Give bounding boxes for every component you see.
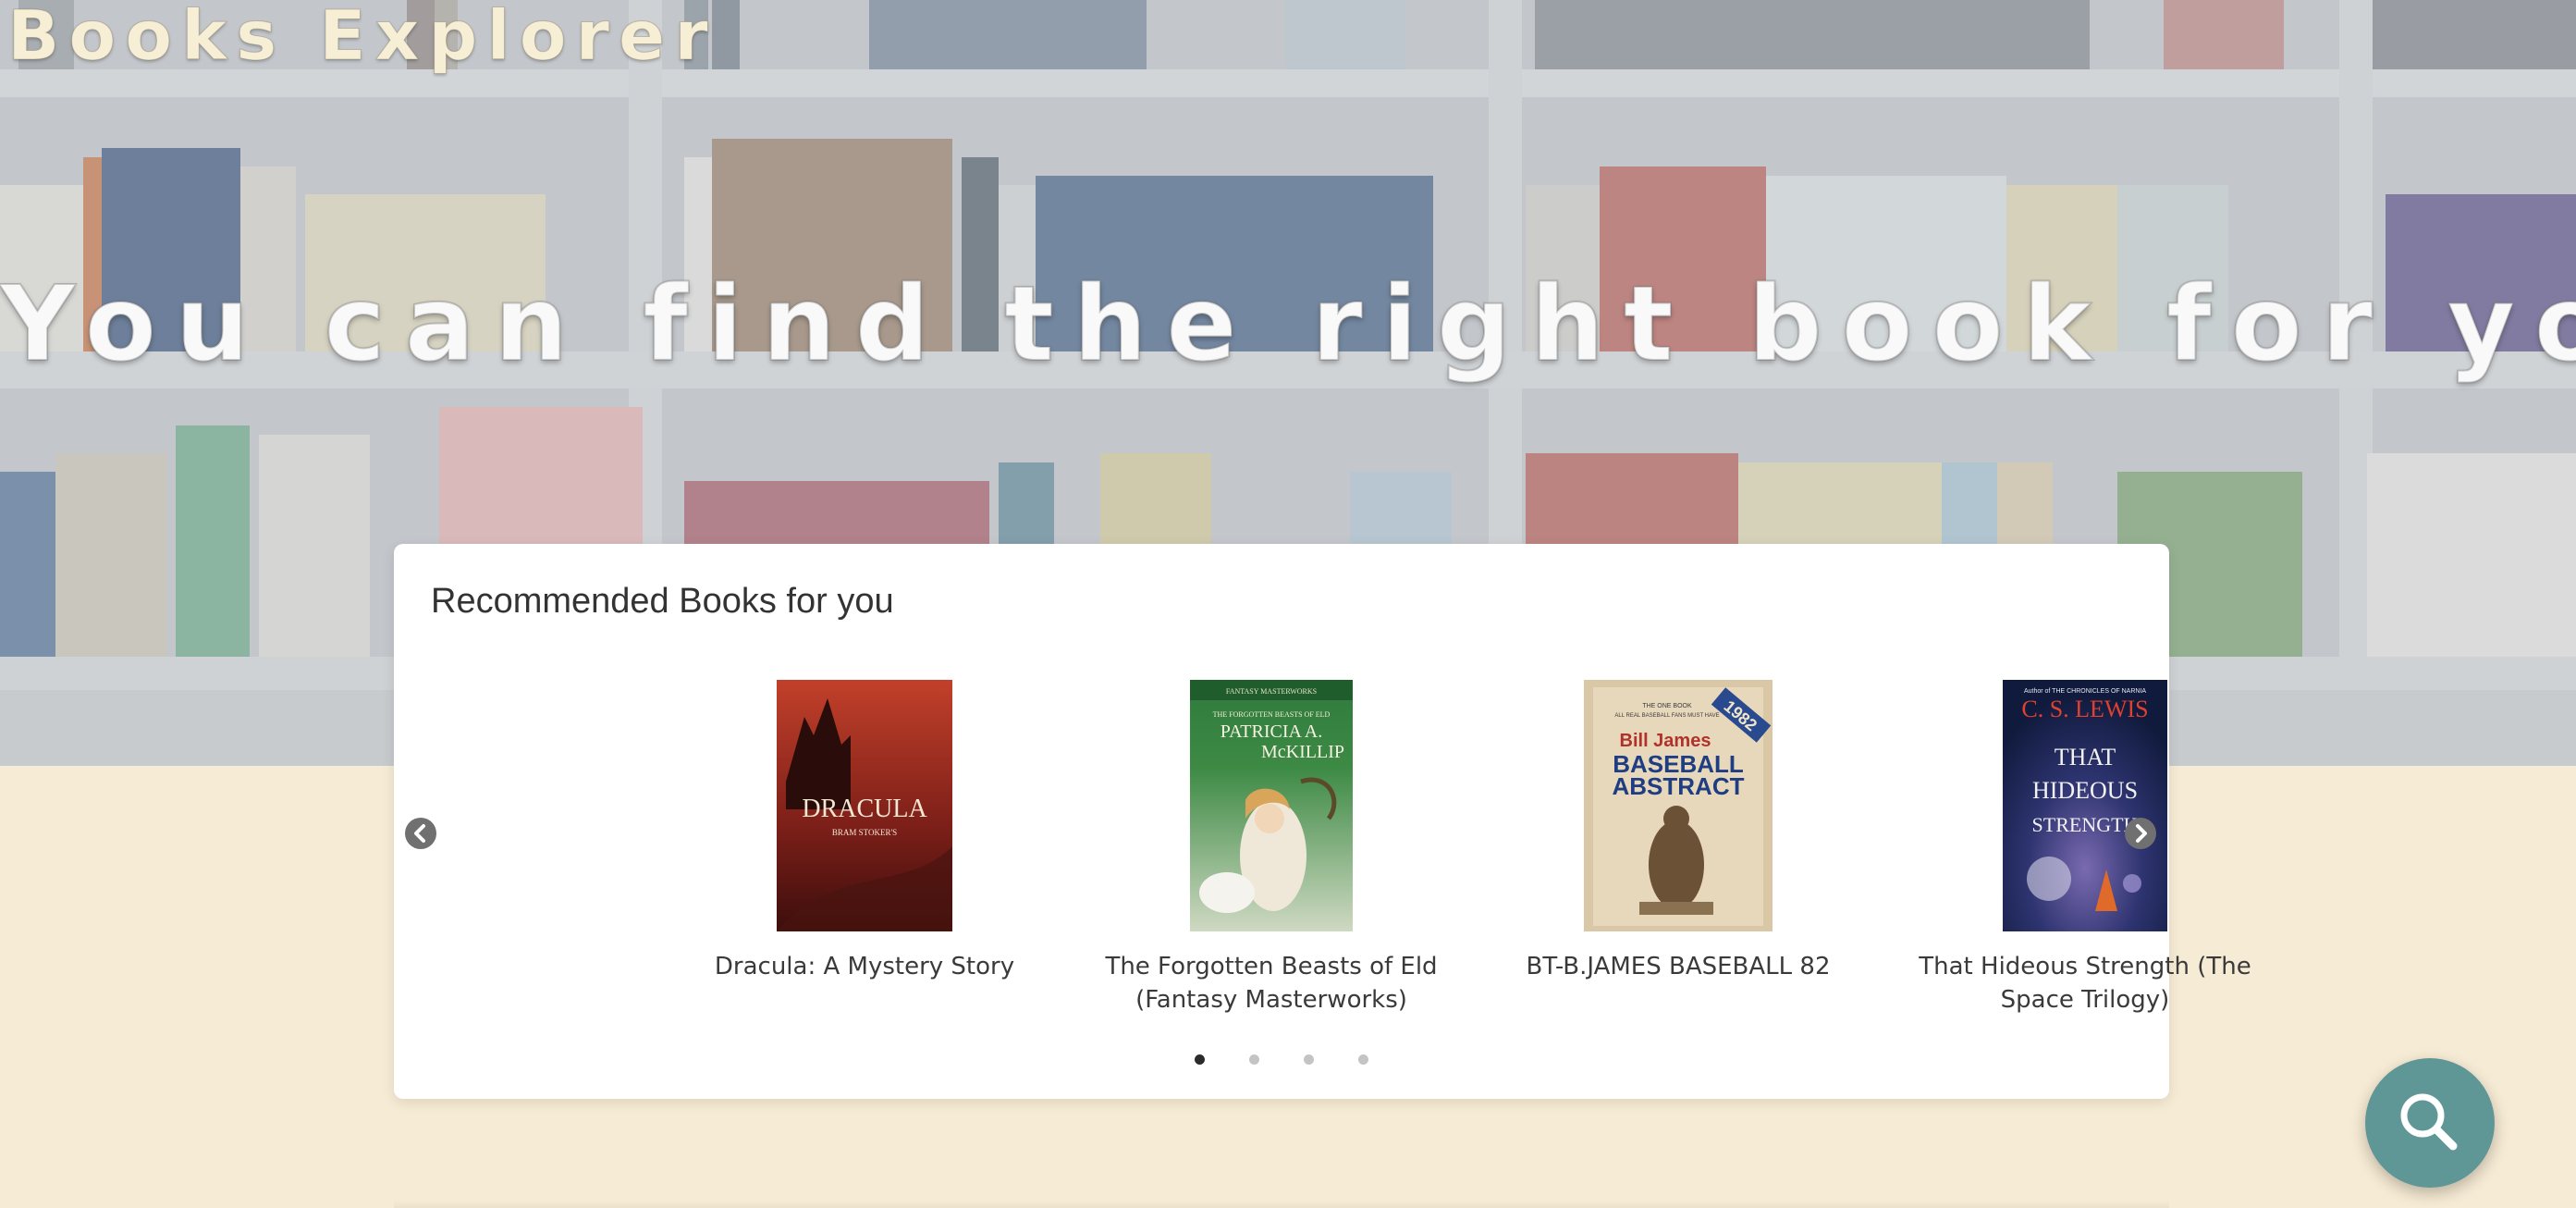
carousel-prev-button[interactable]: [405, 818, 436, 849]
svg-text:BRAM STOKER'S: BRAM STOKER'S: [832, 828, 897, 837]
carousel-dot-4[interactable]: [1358, 1054, 1368, 1065]
svg-text:FANTASY MASTERWORKS: FANTASY MASTERWORKS: [1226, 687, 1317, 696]
carousel-pagination: [394, 1054, 2169, 1065]
book-title[interactable]: BT-B.JAMES BASEBALL 82: [1475, 950, 1882, 983]
search-icon: [2400, 1093, 2458, 1151]
svg-text:THAT: THAT: [2055, 744, 2116, 770]
section-divider: [394, 1201, 2169, 1208]
carousel-next-button[interactable]: [2125, 818, 2156, 849]
book-cover-image[interactable]: Author of THE CHRONICLES OF NARNIA C. S.…: [2003, 680, 2167, 931]
chevron-left-icon: [414, 824, 425, 843]
book-cover-image[interactable]: DRACULA BRAM STOKER'S: [777, 680, 952, 931]
svg-text:STRENGTH: STRENGTH: [2032, 813, 2139, 836]
book-cover-image[interactable]: FANTASY MASTERWORKS THE FORGOTTEN BEASTS…: [1190, 680, 1353, 931]
svg-text:THE ONE BOOK: THE ONE BOOK: [1642, 703, 1692, 709]
book-cover-image[interactable]: THE ONE BOOK ALL REAL BASEBALL FANS MUST…: [1584, 680, 1773, 931]
svg-text:ALL REAL BASEBALL FANS MUST HA: ALL REAL BASEBALL FANS MUST HAVE: [1614, 713, 1719, 719]
chevron-right-icon: [2136, 824, 2147, 843]
svg-text:ABSTRACT: ABSTRACT: [1613, 772, 1745, 800]
carousel-dot-2[interactable]: [1249, 1054, 1259, 1065]
carousel-dot-3[interactable]: [1304, 1054, 1314, 1065]
carousel-dot-1[interactable]: [1195, 1054, 1205, 1065]
svg-text:HIDEOUS: HIDEOUS: [2032, 777, 2138, 804]
book-title[interactable]: The Forgotten Beasts of Eld (Fantasy Mas…: [1068, 950, 1475, 1017]
recommendations-card: Recommended Books for you DRACULA BRAM S…: [394, 544, 2251, 1099]
svg-text:C. S. LEWIS: C. S. LEWIS: [2021, 696, 2148, 722]
svg-text:PATRICIA A.: PATRICIA A.: [1221, 721, 1322, 742]
svg-text:Bill James: Bill James: [1620, 731, 1711, 751]
search-button[interactable]: [2365, 1058, 2495, 1188]
svg-text:McKILLIP: McKILLIP: [1261, 742, 1344, 762]
recommendations-title: Recommended Books for you: [431, 582, 894, 621]
hero-tagline: You can find the right book for you!: [0, 265, 2576, 385]
svg-text:THE FORGOTTEN BEASTS OF ELD: THE FORGOTTEN BEASTS OF ELD: [1213, 710, 1331, 719]
svg-text:DRACULA: DRACULA: [802, 795, 927, 823]
svg-text:Author of THE CHRONICLES OF NA: Author of THE CHRONICLES OF NARNIA: [2024, 688, 2146, 695]
book-title[interactable]: That Hideous Strength (The Space Trilogy…: [1882, 950, 2288, 1017]
book-title[interactable]: Dracula: A Mystery Story: [661, 950, 1068, 983]
brand-title[interactable]: Books Explorer: [7, 2, 718, 71]
